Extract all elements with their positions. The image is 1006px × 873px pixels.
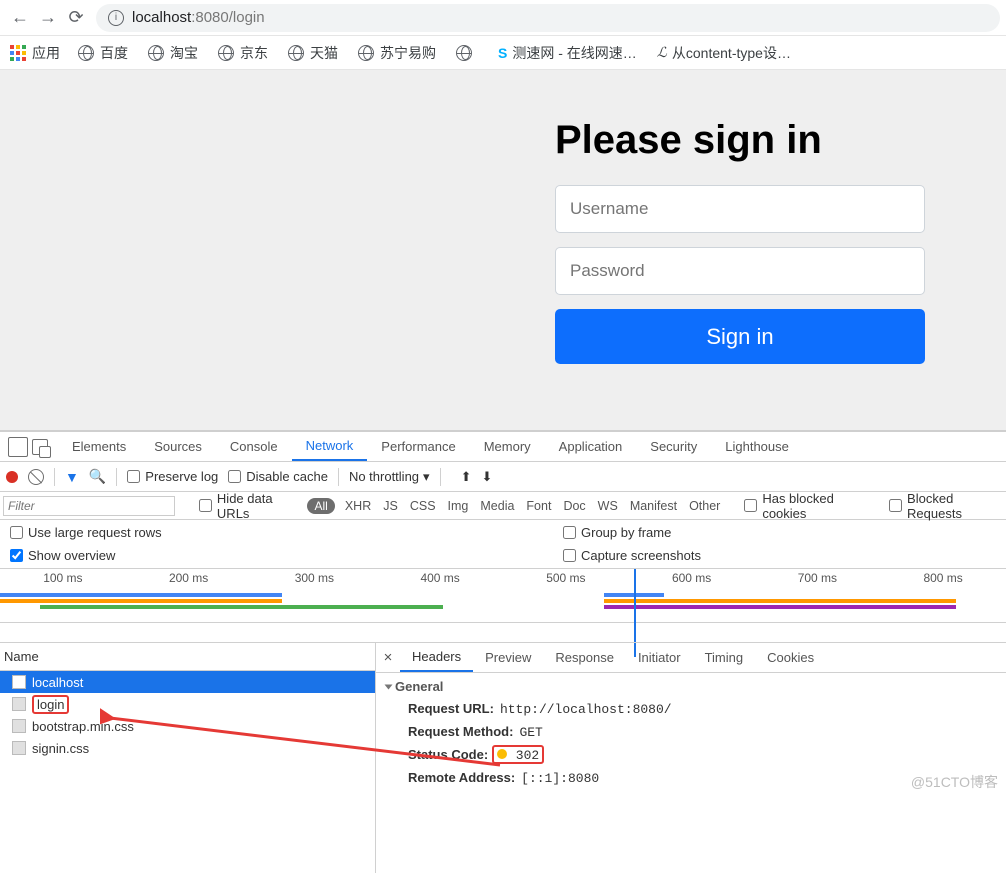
bookmark-jd[interactable]: 京东 — [218, 43, 268, 63]
name-column-header[interactable]: Name — [0, 643, 375, 671]
tab-preview[interactable]: Preview — [473, 643, 543, 672]
timeline-secondary[interactable] — [0, 623, 1006, 643]
url-path: /login — [229, 9, 265, 26]
request-list: Name localhost login bootstrap.min.css s… — [0, 643, 376, 873]
devtools: Elements Sources Console Network Perform… — [0, 430, 1006, 873]
tab-console[interactable]: Console — [216, 432, 292, 461]
inspect-icon[interactable] — [8, 437, 28, 457]
download-icon[interactable]: ⬇ — [481, 469, 492, 485]
tab-cookies[interactable]: Cookies — [755, 643, 826, 672]
close-detail-icon[interactable]: × — [376, 649, 400, 666]
general-section[interactable]: General — [386, 679, 996, 694]
filter-js[interactable]: JS — [377, 499, 404, 513]
disable-cache-checkbox[interactable]: Disable cache — [228, 469, 328, 484]
filter-all[interactable]: All — [307, 498, 334, 514]
tab-lighthouse[interactable]: Lighthouse — [711, 432, 803, 461]
apps-label[interactable]: 应用 — [32, 43, 60, 63]
request-detail: × Headers Preview Response Initiator Tim… — [376, 643, 1006, 873]
filter-xhr[interactable]: XHR — [339, 499, 377, 513]
tab-headers[interactable]: Headers — [400, 643, 473, 672]
blocked-cookies-checkbox[interactable]: Has blocked cookies — [744, 491, 875, 521]
bookmark-taobao[interactable]: 淘宝 — [148, 43, 198, 63]
watermark: @51CTO博客 — [911, 772, 998, 792]
bookmark-content-type[interactable]: ℒ从content-type设… — [657, 43, 791, 63]
filter-css[interactable]: CSS — [404, 499, 442, 513]
filter-font[interactable]: Font — [520, 499, 557, 513]
bookmark-tmall[interactable]: 天猫 — [288, 43, 338, 63]
search-icon[interactable]: 🔍 — [89, 468, 106, 485]
tab-security[interactable]: Security — [636, 432, 711, 461]
filter-img[interactable]: Img — [442, 499, 475, 513]
bookmarks-bar: 应用 百度 淘宝 京东 天猫 苏宁易购 S测速网 - 在线网速… ℒ从conte… — [0, 36, 1006, 70]
network-toolbar: ▼ 🔍 Preserve log Disable cache No thrott… — [0, 462, 1006, 492]
detail-tabs: × Headers Preview Response Initiator Tim… — [376, 643, 1006, 673]
info-icon[interactable]: i — [108, 10, 124, 26]
request-login[interactable]: login — [0, 693, 375, 715]
filter-doc[interactable]: Doc — [557, 499, 591, 513]
page-content: Please sign in Sign in — [0, 70, 1006, 430]
record-icon[interactable] — [6, 471, 18, 483]
devtools-tabs: Elements Sources Console Network Perform… — [0, 432, 1006, 462]
filter-other[interactable]: Other — [683, 499, 726, 513]
timeline[interactable]: 100 ms200 ms 300 ms400 ms 500 ms600 ms 7… — [0, 569, 1006, 623]
filter-bar: Hide data URLs All XHR JS CSS Img Media … — [0, 492, 1006, 520]
filter-icon[interactable]: ▼ — [65, 469, 79, 485]
device-toggle-icon[interactable] — [32, 439, 48, 455]
request-url: Request URL:http://localhost:8080/ — [386, 698, 996, 721]
filter-input[interactable] — [3, 496, 175, 516]
tab-initiator[interactable]: Initiator — [626, 643, 693, 672]
back-icon[interactable]: ← — [6, 4, 34, 32]
request-localhost[interactable]: localhost — [0, 671, 375, 693]
bookmark-blank[interactable] — [456, 45, 478, 61]
upload-icon[interactable]: ⬆ — [461, 469, 472, 485]
clear-icon[interactable] — [28, 469, 44, 485]
tab-performance[interactable]: Performance — [367, 432, 469, 461]
username-input[interactable] — [555, 185, 925, 233]
request-signin-css[interactable]: signin.css — [0, 737, 375, 759]
filter-ws[interactable]: WS — [592, 499, 624, 513]
url-host: localhost — [132, 9, 191, 26]
url-port: :8080 — [191, 9, 229, 26]
throttling-select[interactable]: No throttling▾ — [349, 469, 430, 485]
signin-form: Please sign in Sign in — [555, 118, 925, 364]
show-overview-checkbox[interactable]: Show overview — [10, 548, 443, 563]
capture-screenshots-checkbox[interactable]: Capture screenshots — [563, 548, 701, 563]
url-box[interactable]: i localhost:8080/login — [96, 4, 1000, 32]
request-area: Name localhost login bootstrap.min.css s… — [0, 643, 1006, 873]
bookmark-suning[interactable]: 苏宁易购 — [358, 43, 436, 63]
preserve-log-checkbox[interactable]: Preserve log — [127, 469, 218, 484]
remote-address: Remote Address:[::1]:8080 — [386, 767, 996, 790]
request-bootstrap[interactable]: bootstrap.min.css — [0, 715, 375, 737]
reload-icon[interactable]: ⟳ — [62, 4, 90, 32]
tab-memory[interactable]: Memory — [470, 432, 545, 461]
group-frame-checkbox[interactable]: Group by frame — [563, 525, 671, 540]
blocked-requests-checkbox[interactable]: Blocked Requests — [889, 491, 1006, 521]
forward-icon[interactable]: → — [34, 4, 62, 32]
tab-timing[interactable]: Timing — [693, 643, 756, 672]
status-code: Status Code: 302 — [386, 744, 996, 767]
signin-title: Please sign in — [555, 118, 925, 163]
hide-data-urls-checkbox[interactable]: Hide data URLs — [199, 491, 304, 521]
tab-sources[interactable]: Sources — [140, 432, 216, 461]
request-method: Request Method:GET — [386, 721, 996, 744]
tab-elements[interactable]: Elements — [58, 432, 140, 461]
apps-icon[interactable] — [10, 45, 26, 61]
tab-network[interactable]: Network — [292, 432, 368, 461]
large-rows-checkbox[interactable]: Use large request rows — [10, 525, 443, 540]
tab-response[interactable]: Response — [543, 643, 626, 672]
network-options: Use large request rows Show overview Gro… — [0, 520, 1006, 569]
password-input[interactable] — [555, 247, 925, 295]
filter-media[interactable]: Media — [474, 499, 520, 513]
bookmark-speed[interactable]: S测速网 - 在线网速… — [498, 43, 637, 63]
bookmark-baidu[interactable]: 百度 — [78, 43, 128, 63]
address-bar: ← → ⟳ i localhost:8080/login — [0, 0, 1006, 36]
signin-button[interactable]: Sign in — [555, 309, 925, 364]
tab-application[interactable]: Application — [545, 432, 637, 461]
filter-manifest[interactable]: Manifest — [624, 499, 683, 513]
